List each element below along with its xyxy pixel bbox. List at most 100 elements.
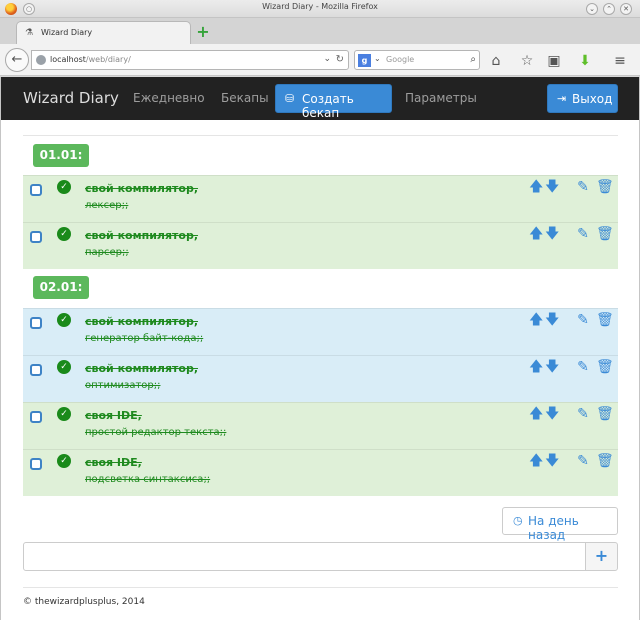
diary-entry: ✓ свой компилятор, лексер;; 🡅 🡇 ✎ 🗑	[23, 175, 618, 222]
divider	[23, 135, 618, 136]
entry-description: простой редактор текста;;	[85, 427, 227, 438]
trash-icon[interactable]: 🗑	[596, 226, 614, 242]
create-backup-button[interactable]: ⛁ Создать бекап	[275, 84, 392, 120]
arrow-down-icon[interactable]: 🡇	[545, 359, 559, 375]
window-title: Wizard Diary - Mozilla Firefox	[262, 2, 378, 11]
entry-title: свой компилятор,	[85, 315, 199, 328]
pencil-icon[interactable]: ✎	[576, 453, 590, 469]
bookmark-star-icon[interactable]: ☆	[519, 53, 535, 69]
trash-icon[interactable]: 🗑	[596, 312, 614, 328]
google-icon[interactable]: g	[358, 54, 371, 67]
entry-title: свой компилятор,	[85, 182, 199, 195]
check-circle-icon[interactable]: ✓	[57, 360, 71, 374]
window-close-button[interactable]: ✕	[620, 3, 632, 15]
new-tab-button[interactable]: +	[196, 24, 210, 40]
previous-day-button[interactable]: ◷ На день назад	[502, 507, 618, 542]
url-history-dropdown-icon[interactable]: ⌄	[323, 54, 331, 64]
arrow-up-icon[interactable]: 🡅	[529, 312, 543, 328]
browser-tab-label: Wizard Diary	[41, 28, 93, 37]
browser-tab[interactable]: ⚗ Wizard Diary	[16, 21, 191, 44]
divider	[23, 587, 618, 588]
url-bar[interactable]: localhost/web/diary/ ⌄ ↻	[31, 50, 349, 70]
diary-entry: ✓ своя IDE, простой редактор текста;; 🡅 …	[23, 402, 618, 449]
check-circle-icon[interactable]: ✓	[57, 454, 71, 468]
pencil-icon[interactable]: ✎	[576, 406, 590, 422]
database-icon: ⛁	[285, 92, 295, 105]
diary-entry: ✓ свой компилятор, оптимизатор;; 🡅 🡇 ✎ 🗑	[23, 355, 618, 402]
entry-checkbox[interactable]	[30, 458, 42, 470]
arrow-up-icon[interactable]: 🡅	[529, 226, 543, 242]
check-circle-icon[interactable]: ✓	[57, 313, 71, 327]
date-label: 01.01:	[33, 144, 89, 167]
search-placeholder: Google	[386, 55, 415, 64]
entry-description: подсветка синтаксиса;;	[85, 474, 211, 485]
brand-link[interactable]: Wizard Diary	[23, 89, 119, 107]
reload-icon[interactable]: ↻	[336, 54, 344, 65]
arrow-down-icon[interactable]: 🡇	[545, 226, 559, 242]
nav-daily-link[interactable]: Ежедневно	[133, 91, 205, 105]
menu-icon[interactable]: ≡	[612, 53, 628, 69]
footer-copyright: © thewizardplusplus, 2014	[23, 597, 145, 607]
download-icon[interactable]: ⬇	[577, 53, 593, 69]
entry-title: свой компилятор,	[85, 362, 199, 375]
clock-icon: ◷	[513, 514, 523, 527]
arrow-down-icon[interactable]: 🡇	[545, 453, 559, 469]
trash-icon[interactable]: 🗑	[596, 179, 614, 195]
pencil-icon[interactable]: ✎	[576, 359, 590, 375]
page-viewport: Wizard Diary Ежедневно Бекапы ⛁ Создать …	[0, 77, 640, 620]
arrow-down-icon[interactable]: 🡇	[545, 312, 559, 328]
entry-checkbox[interactable]	[30, 364, 42, 376]
window-minimize-button[interactable]: ⌄	[586, 3, 598, 15]
arrow-up-icon[interactable]: 🡅	[529, 406, 543, 422]
logout-icon: ⇥	[557, 92, 567, 105]
pencil-icon[interactable]: ✎	[576, 312, 590, 328]
globe-icon	[36, 55, 46, 65]
entry-title: свой компилятор,	[85, 229, 199, 242]
binoculars-icon[interactable]: ⌕	[470, 54, 476, 65]
url-text: localhost/web/diary/	[50, 55, 131, 64]
entry-title: своя IDE,	[85, 456, 142, 469]
arrow-down-icon[interactable]: 🡇	[545, 179, 559, 195]
check-circle-icon[interactable]: ✓	[57, 180, 71, 194]
nav-backups-link[interactable]: Бекапы	[221, 91, 269, 105]
arrow-up-icon[interactable]: 🡅	[529, 453, 543, 469]
entry-checkbox[interactable]	[30, 231, 42, 243]
entry-description: лексер;;	[85, 200, 129, 211]
logout-button[interactable]: ⇥ Выход	[547, 84, 618, 113]
entry-checkbox[interactable]	[30, 411, 42, 423]
app-navbar: Wizard Diary Ежедневно Бекапы ⛁ Создать …	[1, 77, 639, 120]
window-maximize-button[interactable]: ⌃	[603, 3, 615, 15]
entry-description: оптимизатор;;	[85, 380, 161, 391]
trash-icon[interactable]: 🗑	[596, 453, 614, 469]
diary-entry: ✓ свой компилятор, генератор байт-кода;;…	[23, 308, 618, 355]
wizard-hat-icon: ⚗	[25, 28, 34, 38]
arrow-up-icon[interactable]: 🡅	[529, 359, 543, 375]
entry-checkbox[interactable]	[30, 184, 42, 196]
check-circle-icon[interactable]: ✓	[57, 227, 71, 241]
trash-icon[interactable]: 🗑	[596, 406, 614, 422]
add-entry-button[interactable]: +	[585, 542, 618, 571]
new-entry-form: +	[23, 542, 618, 571]
trash-icon[interactable]: 🗑	[596, 359, 614, 375]
date-label: 02.01:	[33, 276, 89, 299]
entry-description: парсер;;	[85, 247, 129, 258]
entry-description: генератор байт-кода;;	[85, 333, 204, 344]
arrow-down-icon[interactable]: 🡇	[545, 406, 559, 422]
search-bar[interactable]: g ⌄ Google ⌕	[354, 50, 480, 70]
home-icon[interactable]: ⌂	[488, 53, 504, 69]
entry-title: своя IDE,	[85, 409, 142, 422]
nav-settings-link[interactable]: Параметры	[405, 91, 477, 105]
pencil-icon[interactable]: ✎	[576, 179, 590, 195]
entry-checkbox[interactable]	[30, 317, 42, 329]
pencil-icon[interactable]: ✎	[576, 226, 590, 242]
new-entry-input[interactable]	[23, 542, 586, 571]
diary-entry: ✓ своя IDE, подсветка синтаксиса;; 🡅 🡇 ✎…	[23, 449, 618, 496]
back-button[interactable]: ←	[5, 48, 29, 72]
window-titlebar: ○ Wizard Diary - Mozilla Firefox ⌄ ⌃ ✕	[0, 0, 640, 18]
reading-list-icon[interactable]: ▣	[546, 53, 562, 69]
check-circle-icon[interactable]: ✓	[57, 407, 71, 421]
tab-strip: ⚗ Wizard Diary +	[0, 18, 640, 44]
diary-entry: ✓ свой компилятор, парсер;; 🡅 🡇 ✎ 🗑	[23, 222, 618, 269]
arrow-up-icon[interactable]: 🡅	[529, 179, 543, 195]
search-engine-dropdown-icon[interactable]: ⌄	[374, 54, 381, 63]
